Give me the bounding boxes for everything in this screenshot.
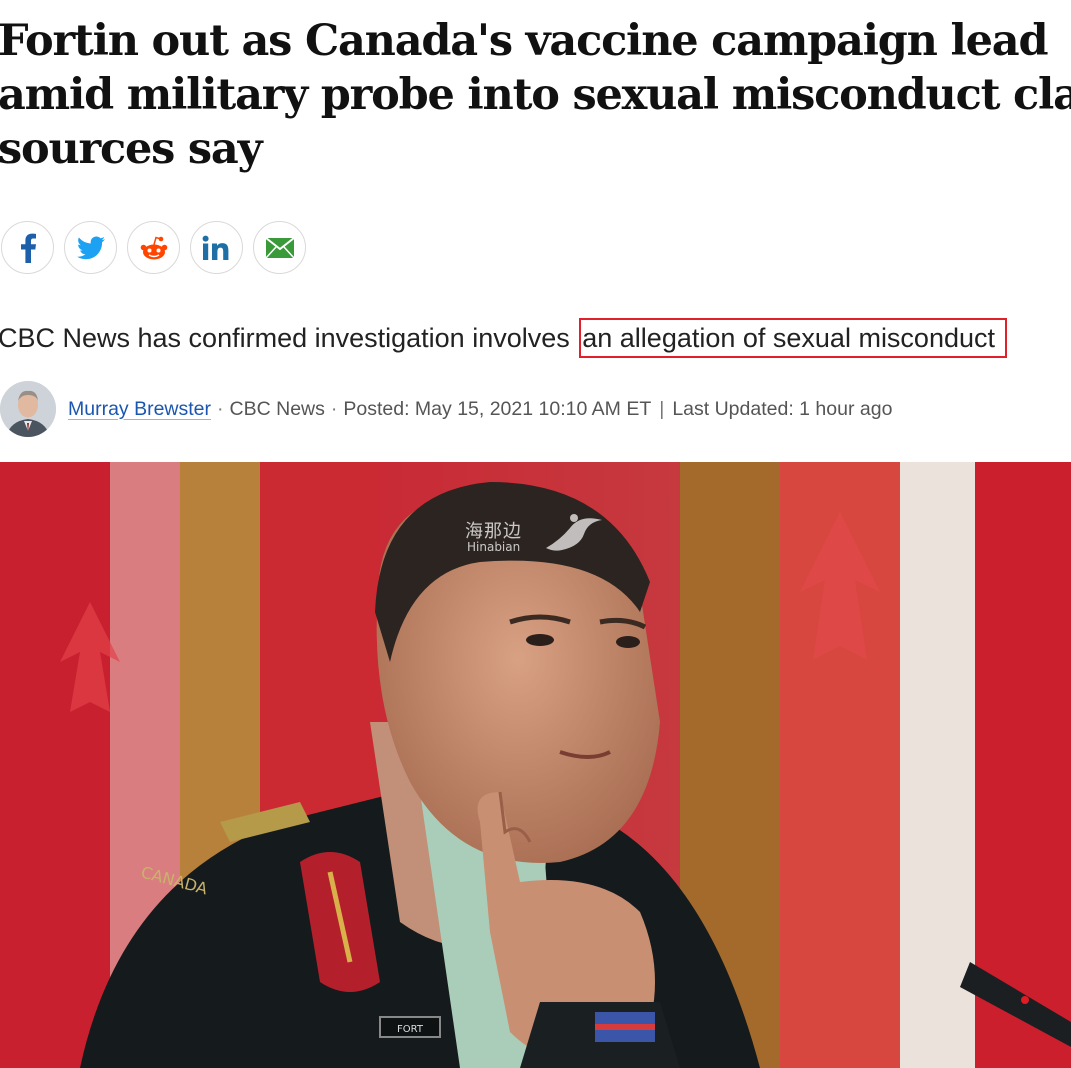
headline-line-2: amid military probe into sexual miscondu… <box>0 70 1071 120</box>
share-reddit-button[interactable] <box>127 221 180 274</box>
article-deck: CBC News has confirmed investigation inv… <box>0 318 1008 358</box>
share-twitter-button[interactable] <box>64 221 117 274</box>
share-linkedin-button[interactable] <box>190 221 243 274</box>
linkedin-icon <box>202 235 228 260</box>
facebook-icon <box>20 233 36 263</box>
byline-updated: Last Updated: 1 hour ago <box>672 397 893 420</box>
headline-line-3: sources say <box>0 124 263 174</box>
deck-lead-text: CBC News has confirmed investigation inv… <box>0 323 578 353</box>
byline-separator-dot: · <box>217 397 224 420</box>
watermark-en: Hinabian <box>467 540 521 554</box>
byline-separator-dot-2: · <box>330 397 338 420</box>
share-email-button[interactable] <box>253 221 306 274</box>
article-headline: Fortin out as Canada's vaccine campaign … <box>0 14 1071 176</box>
share-facebook-button[interactable] <box>1 221 54 274</box>
watermark-bird-icon <box>546 514 602 551</box>
svg-text:FORT: FORT <box>397 1024 424 1035</box>
byline: Murray Brewster · CBC News · Posted: May… <box>0 380 892 438</box>
article-page: Fortin out as Canada's vaccine campaign … <box>0 0 1071 1068</box>
email-icon <box>264 236 295 259</box>
headline-line-1: Fortin out as Canada's vaccine campaign … <box>0 16 1049 66</box>
author-avatar[interactable] <box>0 381 56 437</box>
byline-pipe-separator: | <box>659 397 665 420</box>
share-bar <box>1 221 306 274</box>
byline-outlet: CBC News <box>229 397 325 420</box>
twitter-icon <box>76 235 105 259</box>
byline-posted: Posted: May 15, 2021 10:10 AM ET <box>343 397 652 420</box>
hero-photo: FORT CANADA 海那边 Hinabian <box>0 462 1071 1068</box>
reddit-icon <box>140 236 167 259</box>
author-name-link[interactable]: Murray Brewster <box>68 398 211 421</box>
deck-highlighted-phrase: an allegation of sexual misconduct <box>579 318 1008 358</box>
